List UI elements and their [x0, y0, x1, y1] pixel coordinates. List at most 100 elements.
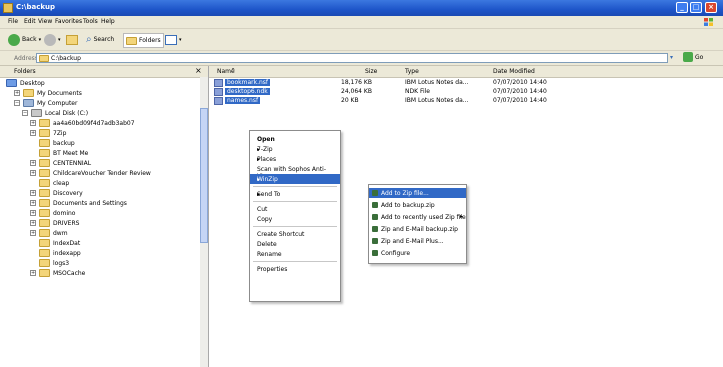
tree-item[interactable]: + aa4a60bd09f4d7adb3ab07	[0, 118, 151, 128]
winzip-menu-item[interactable]: Add to Zip file...	[369, 188, 466, 198]
context-menu-item[interactable]: Delete	[250, 239, 340, 249]
tree-item[interactable]: cleap	[0, 178, 151, 188]
tree-item[interactable]: − Local Disk (C:)	[0, 108, 151, 118]
title-bar: C:\backup _ □ ×	[0, 0, 723, 16]
file-name: bookmark.nsf	[225, 79, 271, 86]
tree-item[interactable]: − My Computer	[0, 98, 151, 108]
winzip-menu-item[interactable]: Zip and E-Mail Plus...	[369, 236, 466, 246]
minimize-button[interactable]: _	[676, 2, 688, 13]
context-menu-item[interactable]: Rename	[250, 249, 340, 259]
tree-item[interactable]: Desktop	[0, 78, 151, 88]
winzip-menu-item[interactable]: Add to backup.zip	[369, 200, 466, 210]
tree-item-label: My Documents	[37, 89, 82, 97]
menu-help[interactable]: Help	[101, 18, 115, 25]
scrollbar-thumb[interactable]	[200, 108, 208, 243]
folder-pane-header: Folders ×	[0, 66, 208, 78]
tree-item-label: My Computer	[37, 99, 78, 107]
tree-item[interactable]: IndexDat	[0, 238, 151, 248]
up-folder-button[interactable]	[66, 33, 78, 46]
views-button[interactable]: ▾	[165, 33, 182, 46]
expand-toggle-icon[interactable]: +	[30, 270, 36, 276]
expand-toggle-icon[interactable]: +	[30, 170, 36, 176]
folder-icon	[39, 189, 50, 197]
search-icon: ⌕	[86, 34, 92, 45]
winzip-icon	[372, 202, 378, 208]
expand-toggle-icon[interactable]: +	[30, 120, 36, 126]
tree-item-label: aa4a60bd09f4d7adb3ab07	[53, 119, 135, 127]
tree-item[interactable]: + Documents and Settings	[0, 198, 151, 208]
tree-item[interactable]: logs3	[0, 258, 151, 268]
menu-edit[interactable]: Edit	[24, 18, 36, 25]
context-menu-item[interactable]: Create Shortcut	[250, 229, 340, 239]
winzip-menu-item[interactable]: Zip and E-Mail backup.zip	[369, 224, 466, 234]
close-button[interactable]: ×	[705, 2, 717, 13]
file-icon	[214, 79, 223, 87]
menu-tools[interactable]: Tools	[83, 18, 98, 25]
search-button[interactable]: ⌕ Search	[86, 33, 114, 46]
context-menu-item[interactable]: Cut	[250, 204, 340, 214]
expand-toggle-icon[interactable]: +	[30, 210, 36, 216]
context-menu-item[interactable]: WinZip ▸	[250, 174, 340, 184]
winzip-menu-item[interactable]: Add to recently used Zip file ▸	[369, 212, 466, 222]
winzip-menu-item[interactable]: Configure	[369, 248, 466, 258]
address-dropdown-icon[interactable]: ▾	[670, 54, 673, 61]
expand-toggle-icon[interactable]: −	[14, 100, 20, 106]
expand-toggle-icon[interactable]: +	[14, 90, 20, 96]
tree-item-label: cleap	[53, 179, 70, 187]
tree-item[interactable]: + DRIVERS	[0, 218, 151, 228]
forward-button[interactable]: ▾	[44, 33, 61, 46]
close-pane-button[interactable]: ×	[195, 66, 202, 75]
context-menu-item[interactable]: 7-Zip ▸	[250, 144, 340, 154]
expand-toggle-icon[interactable]: +	[30, 220, 36, 226]
tree-item-label: logs3	[53, 259, 70, 267]
tree-item[interactable]: indexapp	[0, 248, 151, 258]
file-row[interactable]: desktop6.ndk 24,064 KB NDK File 07/07/2010 …	[209, 88, 723, 97]
address-label: Address	[14, 55, 38, 62]
back-button[interactable]: Back ▾	[8, 33, 41, 46]
folder-icon	[39, 119, 50, 127]
expand-toggle-icon[interactable]: +	[30, 230, 36, 236]
tree-item[interactable]: + Discovery	[0, 188, 151, 198]
context-menu-item[interactable]: Properties	[250, 264, 340, 274]
address-input[interactable]: C:\backup	[36, 53, 668, 63]
tree-item[interactable]: + domino	[0, 208, 151, 218]
context-menu-item[interactable]: Scan with Sophos Anti-Virus	[250, 164, 340, 180]
maximize-button[interactable]: □	[690, 2, 702, 13]
folders-button[interactable]: Folders	[123, 33, 164, 48]
context-menu-item[interactable]: Send To ▸	[250, 189, 340, 199]
tree-item[interactable]: + dwm	[0, 228, 151, 238]
submenu-arrow-icon: ▸	[257, 156, 261, 163]
expand-toggle-icon[interactable]: −	[22, 110, 28, 116]
tree-item[interactable]: + CENTENNIAL	[0, 158, 151, 168]
tree-item[interactable]: +7Zip	[0, 128, 151, 138]
expand-toggle-icon[interactable]: +	[30, 200, 36, 206]
expand-toggle-icon[interactable]: +	[30, 130, 36, 136]
winzip-submenu: Add to Zip file... Add to backup.zip Add t…	[368, 184, 467, 264]
context-menu-item[interactable]: Open	[250, 134, 340, 144]
tree-item[interactable]: + MSOCache	[0, 268, 151, 278]
tree-item[interactable]: backup	[0, 138, 151, 148]
tree-item[interactable]: + My Documents	[0, 88, 151, 98]
go-button[interactable]: Go	[683, 52, 703, 62]
context-menu-item[interactable]: Places ▸	[250, 154, 340, 164]
winzip-icon	[372, 238, 378, 244]
winzip-icon	[372, 250, 378, 256]
tree-item[interactable]: BT Meet Me	[0, 148, 151, 158]
up-folder-icon	[66, 34, 78, 45]
file-size: 18,176 KB	[341, 79, 372, 86]
expand-toggle-icon[interactable]: +	[30, 190, 36, 196]
column-date-modified[interactable]: Date Modified	[493, 68, 535, 75]
column-type[interactable]: Type	[405, 68, 419, 75]
expand-toggle-icon[interactable]: +	[30, 160, 36, 166]
context-menu-item[interactable]: Copy	[250, 214, 340, 224]
column-size[interactable]: Size	[365, 68, 377, 75]
tree-item-label: Desktop	[20, 79, 45, 87]
menu-bar: File Edit View Favorites Tools Help	[0, 16, 723, 29]
menu-view[interactable]: View	[38, 18, 52, 25]
menu-favorites[interactable]: Favorites	[55, 18, 82, 25]
file-row[interactable]: names.nsf 20 KB IBM Lotus Notes da... 07/07…	[209, 97, 723, 106]
tree-item[interactable]: + ChildcareVoucher Tender Review	[0, 168, 151, 178]
menu-file[interactable]: File	[8, 18, 18, 25]
menu-separator	[253, 261, 337, 262]
file-row[interactable]: bookmark.nsf 18,176 KB IBM Lotus Notes da.…	[209, 79, 723, 88]
